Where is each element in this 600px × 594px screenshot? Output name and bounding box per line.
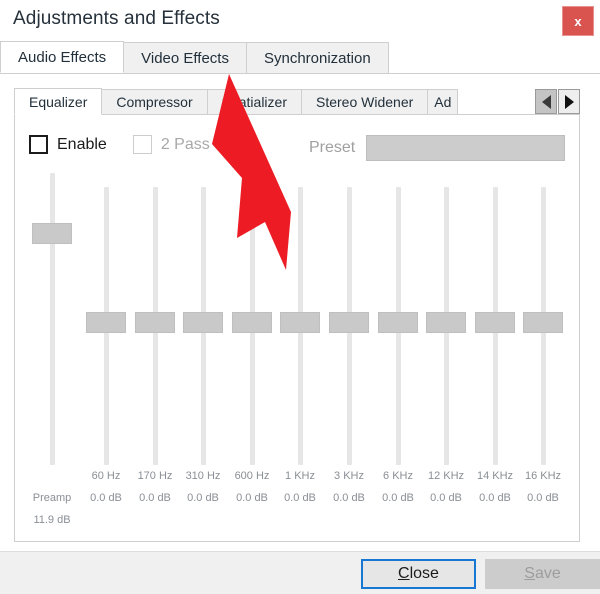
dialog-footer: Close Save: [0, 551, 600, 594]
band-slider-thumb-8[interactable]: [475, 312, 515, 333]
tab-compressor[interactable]: Compressor: [101, 89, 208, 115]
slider-column-band-2: 310 Hz 0.0 dB: [176, 115, 230, 543]
slider-column-band-3: 600 Hz 0.0 dB: [225, 115, 279, 543]
equalizer-panel: Enable 2 Pass Preset Preamp 11.9 dB 60 Hz 0…: [14, 114, 580, 542]
tab-advanced[interactable]: Ad: [427, 89, 459, 115]
slider-column-band-8: 14 KHz 0.0 dB: [468, 115, 522, 543]
tab-audio-effects[interactable]: Audio Effects: [0, 41, 125, 73]
band-slider-thumb-9[interactable]: [523, 312, 563, 333]
equalizer-sliders: Preamp 11.9 dB 60 Hz 0.0 dB 170 Hz 0.0 dB 310 …: [15, 115, 581, 543]
close-x-icon[interactable]: x: [562, 6, 594, 36]
preamp-slider-track[interactable]: [50, 173, 55, 465]
tab-synchronization[interactable]: Synchronization: [245, 42, 389, 73]
band-frequency-label-5: 3 KHz: [334, 470, 364, 482]
preamp-slider-thumb[interactable]: [32, 223, 72, 244]
tab-video-effects[interactable]: Video Effects: [123, 42, 247, 73]
slider-column-band-9: 16 KHz 0.0 dB: [516, 115, 570, 543]
band-frequency-label-6: 6 KHz: [383, 470, 413, 482]
band-frequency-label-8: 14 KHz: [476, 470, 514, 482]
band-gain-value-1: 0.0 dB: [139, 492, 171, 504]
preamp-label: Preamp: [32, 492, 72, 504]
slider-column-band-5: 3 KHz 0.0 dB: [322, 115, 376, 543]
band-slider-thumb-6[interactable]: [378, 312, 418, 333]
outer-tab-strip: Audio Effects Video Effects Synchronizat…: [0, 41, 600, 74]
band-gain-value-5: 0.0 dB: [333, 492, 365, 504]
tab-scroll-controls: [534, 88, 580, 115]
band-gain-value-6: 0.0 dB: [382, 492, 414, 504]
band-frequency-label-1: 170 Hz: [137, 470, 173, 482]
band-slider-thumb-4[interactable]: [280, 312, 320, 333]
slider-column-band-6: 6 KHz 0.0 dB: [371, 115, 425, 543]
band-gain-value-9: 0.0 dB: [527, 492, 559, 504]
inner-tab-strip: Equalizer Compressor Spatializer Stereo …: [14, 88, 580, 115]
tab-stereo-widener[interactable]: Stereo Widener: [301, 89, 429, 115]
slider-column-band-4: 1 KHz 0.0 dB: [273, 115, 327, 543]
band-slider-thumb-5[interactable]: [329, 312, 369, 333]
band-slider-thumb-0[interactable]: [86, 312, 126, 333]
title-bar: Adjustments and Effects x: [0, 0, 600, 42]
band-slider-thumb-3[interactable]: [232, 312, 272, 333]
band-frequency-label-2: 310 Hz: [185, 470, 221, 482]
band-gain-value-7: 0.0 dB: [430, 492, 462, 504]
band-frequency-label-4: 1 KHz: [285, 470, 315, 482]
chevron-right-icon[interactable]: [558, 89, 580, 114]
band-gain-value-0: 0.0 dB: [90, 492, 122, 504]
band-slider-thumb-7[interactable]: [426, 312, 466, 333]
tab-equalizer[interactable]: Equalizer: [14, 88, 103, 115]
band-frequency-label-0: 60 Hz: [91, 470, 121, 482]
save-button-label: ave: [534, 565, 561, 582]
close-button-label: lose: [409, 565, 439, 582]
band-frequency-label-3: 600 Hz: [234, 470, 270, 482]
band-gain-value-4: 0.0 dB: [284, 492, 316, 504]
slider-column-band-7: 12 KHz 0.0 dB: [419, 115, 473, 543]
save-button[interactable]: Save: [485, 559, 600, 589]
band-gain-value-2: 0.0 dB: [187, 492, 219, 504]
band-slider-thumb-1[interactable]: [135, 312, 175, 333]
adjustments-and-effects-dialog: Adjustments and Effects x Audio Effects …: [0, 0, 600, 594]
band-gain-value-3: 0.0 dB: [236, 492, 268, 504]
band-frequency-label-7: 12 KHz: [427, 470, 465, 482]
slider-column-band-1: 170 Hz 0.0 dB: [128, 115, 182, 543]
preamp-gain-value: 11.9 dB: [33, 514, 71, 526]
save-button-accel: S: [524, 565, 535, 582]
close-button-accel: C: [398, 565, 410, 582]
slider-column-preamp: Preamp 11.9 dB: [25, 115, 79, 543]
chevron-left-icon[interactable]: [535, 89, 557, 114]
slider-column-band-0: 60 Hz 0.0 dB: [79, 115, 133, 543]
band-slider-thumb-2[interactable]: [183, 312, 223, 333]
close-button[interactable]: Close: [361, 559, 476, 589]
page-title: Adjustments and Effects: [13, 8, 220, 29]
tab-spatializer[interactable]: Spatializer: [206, 89, 302, 115]
band-gain-value-8: 0.0 dB: [479, 492, 511, 504]
band-frequency-label-9: 16 KHz: [524, 470, 562, 482]
